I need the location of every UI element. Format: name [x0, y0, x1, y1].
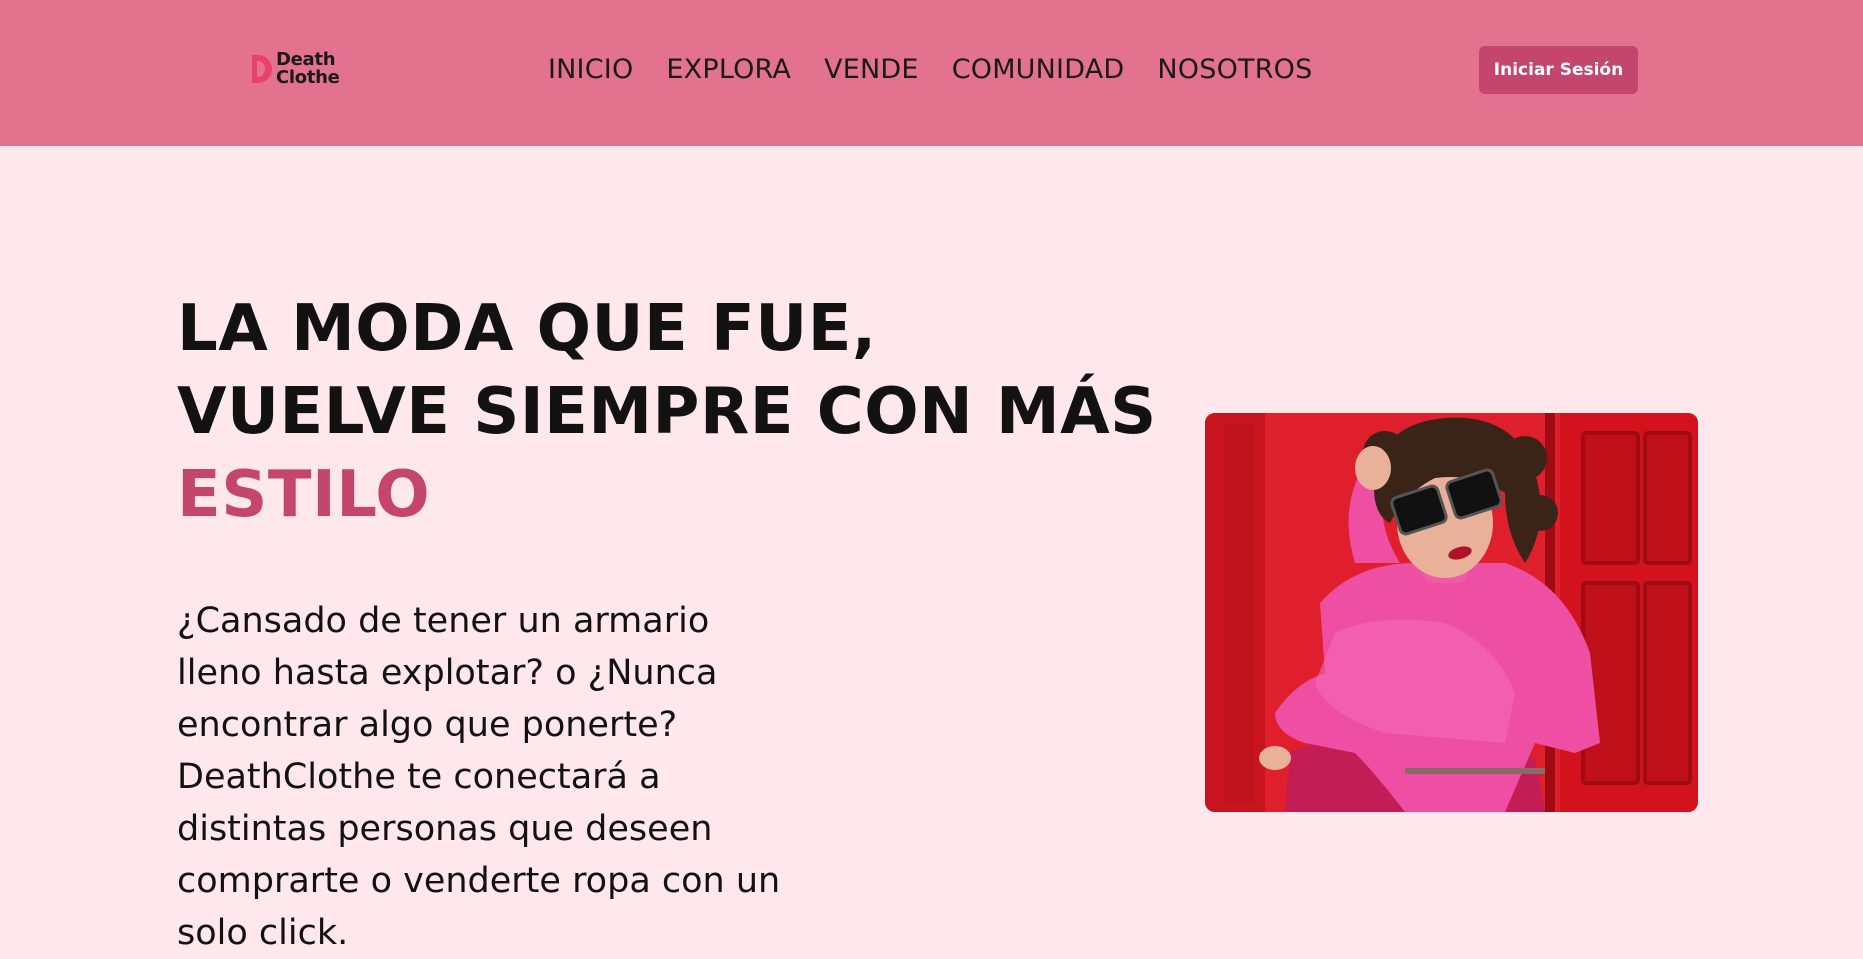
hero-photo	[1205, 413, 1698, 812]
hero-title-line2: VUELVE SIEMPRE CON MÁS	[177, 375, 1157, 449]
nav-link-comunidad[interactable]: COMUNIDAD	[952, 52, 1125, 88]
nav-link-vende[interactable]: VENDE	[824, 52, 919, 88]
logo-wordmark: Death Clothe	[276, 51, 340, 87]
logo-d-icon	[252, 55, 272, 83]
hero-title-accent: ESTILO	[177, 458, 431, 532]
top-navbar: Death Clothe INICIO EXPLORA VENDE COMUNI…	[0, 0, 1863, 146]
main-nav: INICIO EXPLORA VENDE COMUNIDAD NOSOTROS	[548, 52, 1312, 88]
nav-link-explora[interactable]: EXPLORA	[666, 52, 791, 88]
hero-title-line1: LA MODA QUE FUE,	[177, 292, 877, 366]
login-button[interactable]: Iniciar Sesión	[1479, 46, 1638, 94]
nav-link-inicio[interactable]: INICIO	[548, 52, 633, 88]
hero-description: ¿Cansado de tener un armario lleno hasta…	[177, 601, 781, 953]
hero-title: LA MODA QUE FUE, VUELVE SIEMPRE CON MÁS …	[177, 288, 1157, 537]
logo-text-line2: Clothe	[276, 67, 340, 88]
brand-logo[interactable]: Death Clothe	[248, 50, 340, 88]
fashion-model-image	[1205, 413, 1698, 812]
nav-link-nosotros[interactable]: NOSOTROS	[1157, 52, 1312, 88]
